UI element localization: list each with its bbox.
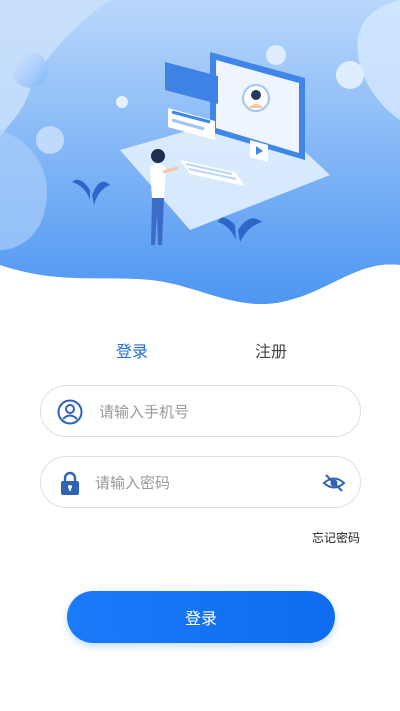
tab-login[interactable]: 登录 [116,338,148,362]
hero-illustration-svg [0,0,400,330]
auth-tabs: 登录 注册 [0,330,400,370]
user-icon [57,399,83,425]
password-input[interactable] [93,457,307,509]
login-button[interactable]: 登录 [67,591,335,643]
lock-icon [61,471,79,495]
phone-field[interactable] [40,385,361,438]
tab-register[interactable]: 注册 [255,338,287,362]
hero-illustration [0,0,400,330]
forgot-password-link[interactable]: 忘记密码 [312,529,360,546]
password-field[interactable] [40,456,361,509]
phone-input[interactable] [97,386,311,438]
eye-hidden-icon[interactable] [322,472,346,494]
